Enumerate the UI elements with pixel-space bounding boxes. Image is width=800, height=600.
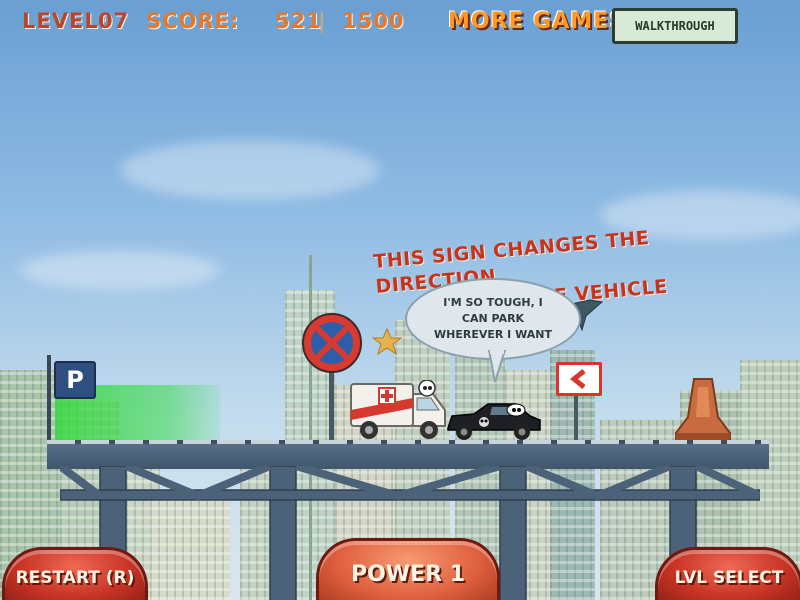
score-target: 1500 [342,9,405,33]
power-button[interactable]: POWER 1 [316,538,500,600]
score-label: SCORE: [146,9,240,33]
player-car[interactable] [444,398,544,442]
bubble-line-3: WHEREVER I WANT [434,328,552,341]
more-games-link[interactable]: MORE GAMES [448,9,626,34]
bridge-deck-edge [47,440,769,444]
cloud [120,140,380,200]
ambulance-graphic [350,379,446,439]
parking-sign-pole [47,355,51,443]
star-icon[interactable] [372,328,402,356]
direction-sign[interactable] [556,362,602,396]
speech-bubble: I'M SO TOUGH, I CAN PARK WHEREVER I WANT [405,278,581,360]
walkthrough-button[interactable]: WALKTHROUGH [612,8,738,44]
game-scene[interactable]: LEVEL: 07 SCORE: 521 | 1500 MORE GAMES W… [0,0,800,600]
bridge-deck [47,440,769,469]
no-stopping-icon [302,313,362,373]
score-value: 521 [275,9,322,33]
parking-sign-letter: P [66,366,84,394]
level-select-button[interactable]: LVL SELECT [655,547,800,600]
bubble-line-2: CAN PARK [461,312,525,325]
player-car-graphic [447,403,541,440]
score-separator: | [318,9,327,33]
level-label: LEVEL: [22,9,109,33]
direction-sign-pole [574,390,578,442]
chevron-left-icon [569,369,586,389]
barrier-cone [675,378,731,442]
parking-sign: P [54,361,96,399]
no-stopping-pole [329,368,334,443]
speech-bubble-tail [487,350,507,383]
cloud [20,250,220,290]
level-value: 07 [98,9,130,33]
ambulance-vehicle[interactable] [349,379,449,440]
bubble-line-1: I'M SO TOUGH, I [443,296,543,309]
restart-button[interactable]: RESTART (R) [2,547,148,600]
